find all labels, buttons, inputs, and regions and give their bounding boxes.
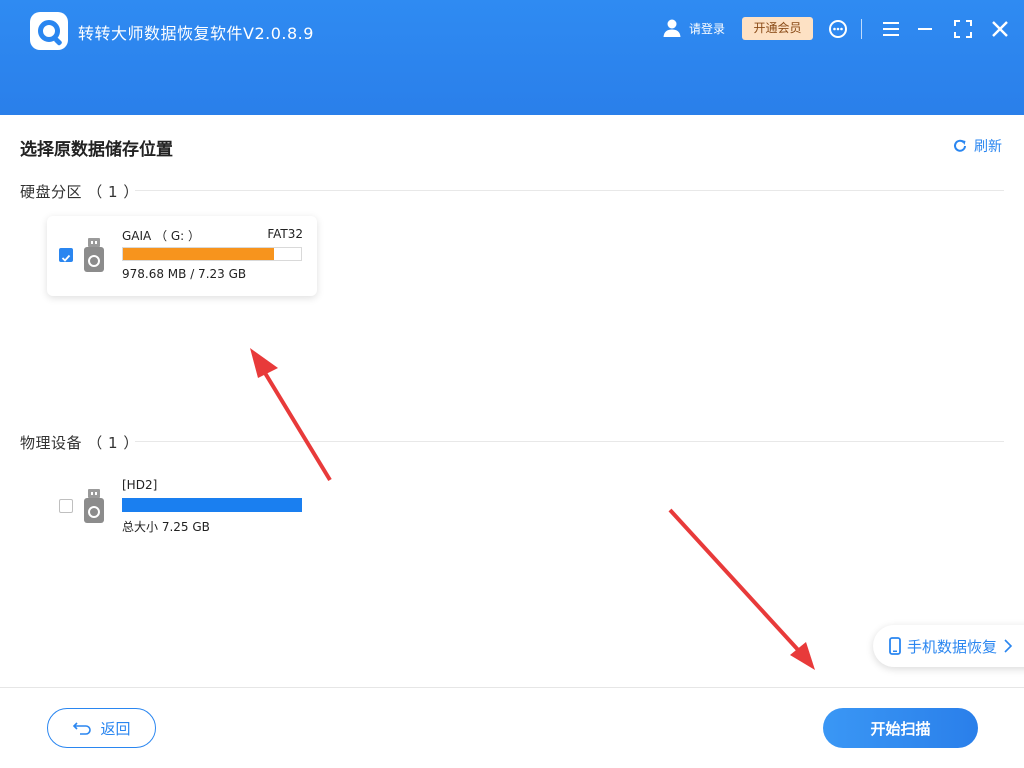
title-bar: 转转大师数据恢复软件V2.0.8.9 请登录 开通会员 [0,0,1024,115]
partition-usage-fill [123,248,275,260]
refresh-label: 刷新 [974,139,1002,155]
usb-drive-icon [84,489,104,523]
refresh-button[interactable]: 刷新 [952,136,1002,156]
back-label: 返回 [100,719,131,738]
app-title: 转转大师数据恢复软件V2.0.8.9 [78,24,314,43]
check-icon [61,254,71,262]
refresh-icon [954,139,966,152]
partition-usage-bar [122,247,302,261]
chevron-right-icon [1004,639,1013,653]
header-divider [861,19,862,39]
back-button[interactable]: 返回 [47,708,156,748]
annotation-arrow-to-scan [668,508,815,670]
physical-usage-bar [122,498,302,512]
phone-recovery-tab[interactable]: 手机数据恢复 [873,625,1024,667]
physical-divider [135,441,1004,442]
phone-recovery-label: 手机数据恢复 [907,637,998,656]
customer-service-icon[interactable] [827,18,849,40]
physical-device-hd2[interactable]: [HD2] 总大小 7.25 GB [47,467,317,547]
back-arrow-icon [73,722,92,735]
partition-name: GAIA （ G: ） [122,229,201,243]
footer-divider [0,687,1024,688]
phone-icon [889,637,901,655]
close-icon[interactable] [989,18,1011,40]
partition-size: 978.68 MB / 7.23 GB [122,267,247,281]
partition-filesystem: FAT32 [267,227,303,241]
user-icon[interactable] [662,18,682,38]
partition-card-gaia[interactable]: GAIA （ G: ） FAT32 978.68 MB / 7.23 GB [47,216,317,296]
annotation-arrows [250,348,815,670]
maximize-icon[interactable] [952,18,974,40]
physical-device-name: [HD2] [122,478,158,492]
physical-section-title: 物理设备 （ 1 ） [20,434,139,452]
minimize-icon[interactable] [914,18,936,40]
annotation-arrow-to-partition [250,348,332,482]
app-window: 转转大师数据恢复软件V2.0.8.9 请登录 开通会员 选择原数据储存位置 刷新… [0,0,1024,768]
logo-icon [30,12,68,50]
start-scan-button[interactable]: 开始扫描 [823,708,978,748]
physical-device-size: 总大小 7.25 GB [122,520,210,534]
partition-checkbox[interactable] [59,248,73,262]
physical-checkbox[interactable] [59,499,73,513]
usb-drive-icon [84,238,104,272]
login-link[interactable]: 请登录 [689,20,725,37]
partition-divider [135,190,1004,191]
physical-usage-fill [122,498,302,512]
page-title: 选择原数据储存位置 [20,140,173,160]
partition-section-title: 硬盘分区 （ 1 ） [20,183,139,201]
vip-button[interactable]: 开通会员 [742,17,813,40]
menu-icon[interactable] [880,18,902,40]
